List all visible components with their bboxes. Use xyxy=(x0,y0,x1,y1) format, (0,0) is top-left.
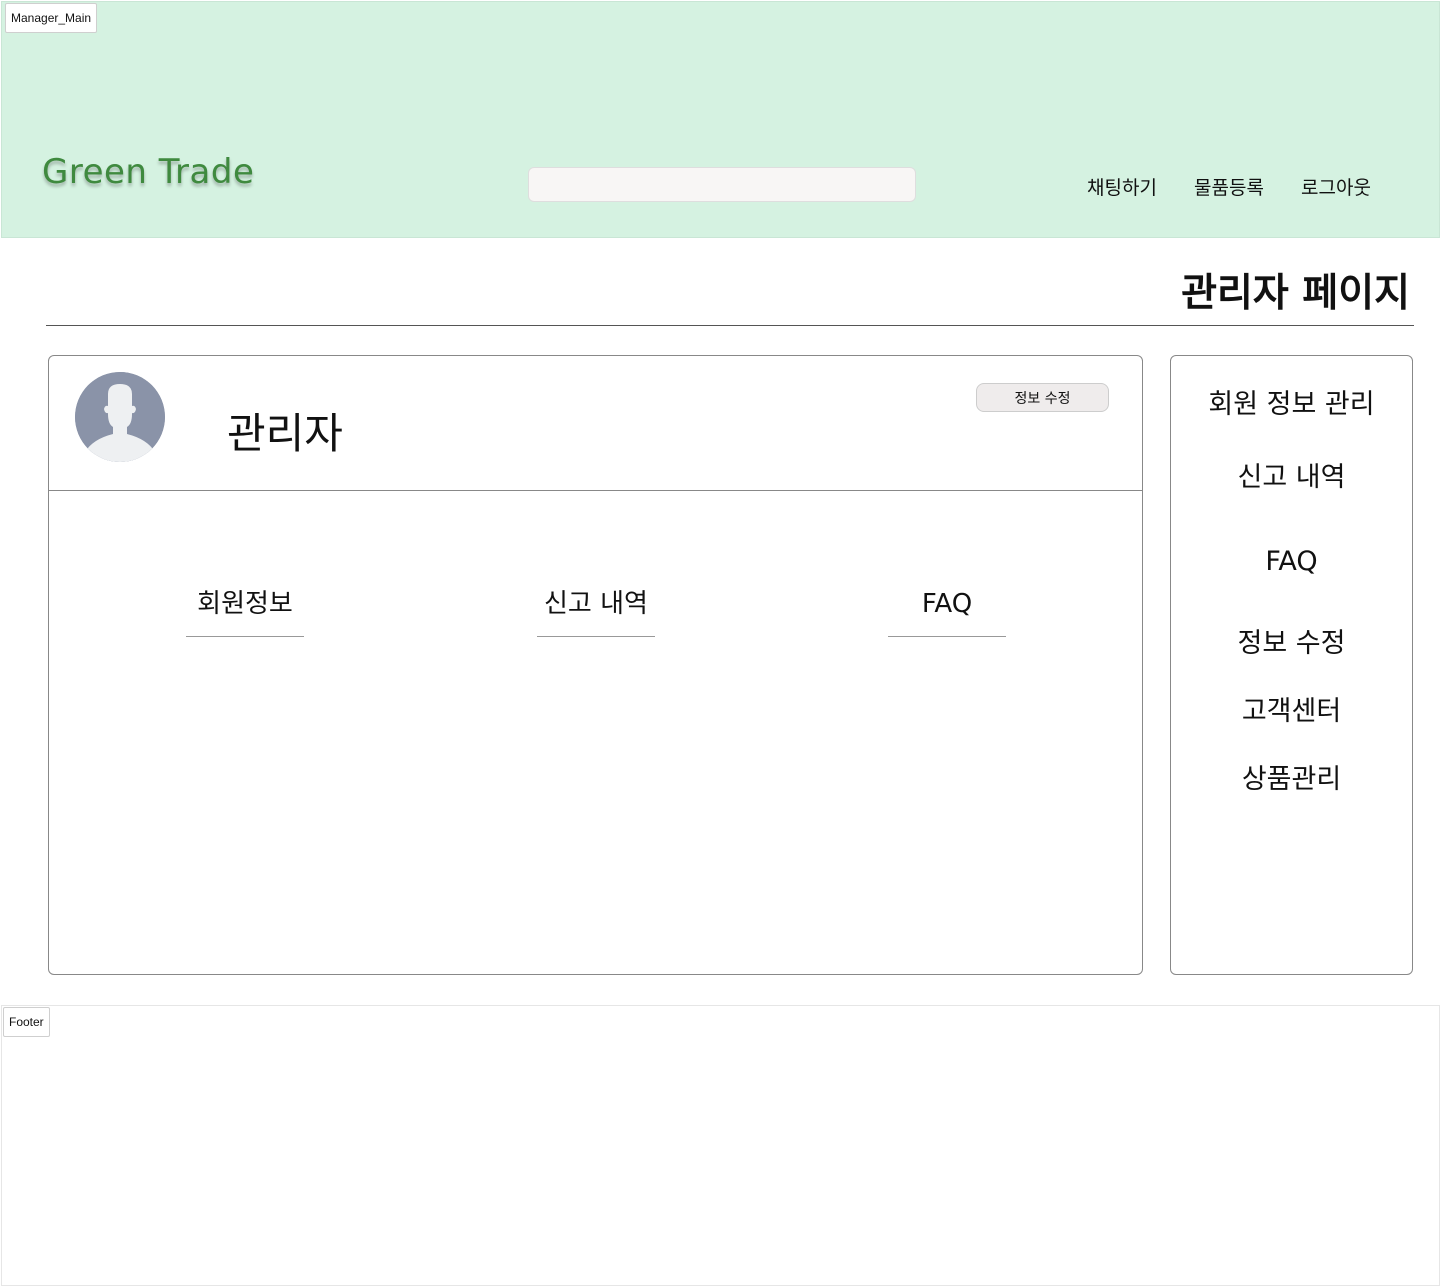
tab-member-info[interactable]: 회원정보 xyxy=(186,586,304,637)
title-divider xyxy=(46,325,1414,326)
footer xyxy=(1,1005,1440,1286)
admin-name: 관리자 xyxy=(227,409,343,458)
side-item-member-management[interactable]: 회원 정보 관리 xyxy=(1171,387,1412,423)
search-input[interactable] xyxy=(528,167,916,202)
card-divider xyxy=(49,490,1142,491)
edit-info-button[interactable]: 정보 수정 xyxy=(976,383,1109,412)
tab-underline xyxy=(186,636,304,637)
header: Green Trade 채팅하기 물품등록 로그아웃 xyxy=(1,1,1440,238)
side-item-customer-center[interactable]: 고객센터 xyxy=(1171,694,1412,730)
user-avatar-icon xyxy=(75,372,165,462)
logo[interactable]: Green Trade xyxy=(42,152,254,192)
frame-label: Manager_Main xyxy=(5,3,98,33)
nav-register-item-link[interactable]: 물품등록 xyxy=(1194,173,1264,200)
side-item-edit-info[interactable]: 정보 수정 xyxy=(1171,626,1412,662)
page-title: 관리자 페이지 xyxy=(1181,271,1410,316)
tab-label: FAQ xyxy=(921,589,973,619)
side-item-report-history[interactable]: 신고 내역 xyxy=(1171,460,1412,496)
tab-label: 회원정보 xyxy=(197,589,293,619)
nav-logout-link[interactable]: 로그아웃 xyxy=(1301,173,1371,200)
nav-chat-link[interactable]: 채팅하기 xyxy=(1087,173,1157,200)
side-item-faq[interactable]: FAQ xyxy=(1171,544,1412,580)
tab-underline xyxy=(888,636,1006,637)
profile-card: 관리자 정보 수정 회원정보 신고 내역 FAQ xyxy=(48,355,1143,975)
side-item-product-management[interactable]: 상품관리 xyxy=(1171,762,1412,798)
tab-label: 신고 내역 xyxy=(544,589,648,619)
side-menu: 회원 정보 관리 신고 내역 FAQ 정보 수정 고객센터 상품관리 xyxy=(1170,355,1413,975)
tab-faq[interactable]: FAQ xyxy=(888,586,1006,637)
footer-label: Footer xyxy=(3,1007,50,1037)
tab-report-history[interactable]: 신고 내역 xyxy=(537,586,655,637)
tab-underline xyxy=(537,636,655,637)
